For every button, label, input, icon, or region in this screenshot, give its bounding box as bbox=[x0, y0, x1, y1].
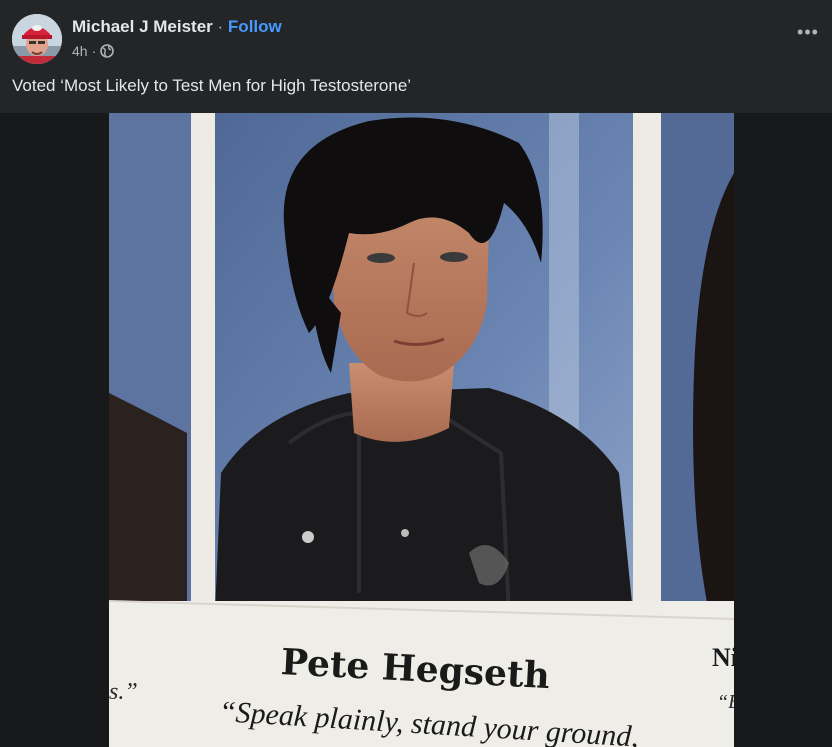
follow-button[interactable]: Follow bbox=[228, 17, 282, 36]
more-options-icon: ••• bbox=[797, 21, 819, 42]
author-avatar[interactable] bbox=[12, 14, 62, 64]
globe-icon[interactable] bbox=[100, 44, 115, 58]
avatar-image bbox=[12, 14, 62, 64]
more-options-button[interactable]: ••• bbox=[794, 18, 822, 46]
left-neighbor-quote-fragment: s.” bbox=[109, 679, 138, 705]
author-line: Michael J Meister · Follow bbox=[72, 17, 282, 37]
post-meta: 4h · bbox=[72, 43, 115, 59]
post-caption: Voted ‘Most Likely to Test Men for High … bbox=[12, 76, 412, 95]
post-timestamp[interactable]: 4h bbox=[72, 43, 88, 59]
facebook-post: Michael J Meister · Follow 4h · ••• Vote… bbox=[0, 0, 832, 747]
right-neighbor-quote-fragment: “B bbox=[717, 691, 734, 713]
right-neighbor-name-fragment: Ni bbox=[712, 643, 734, 672]
name-separator: · bbox=[217, 17, 224, 36]
author-name[interactable]: Michael J Meister bbox=[72, 17, 213, 36]
post-header: Michael J Meister · Follow 4h · ••• Vote… bbox=[0, 0, 832, 113]
post-photo[interactable]: Pete Hegseth “Speak plainly, stand your … bbox=[109, 113, 734, 747]
meta-separator: · bbox=[91, 43, 97, 59]
